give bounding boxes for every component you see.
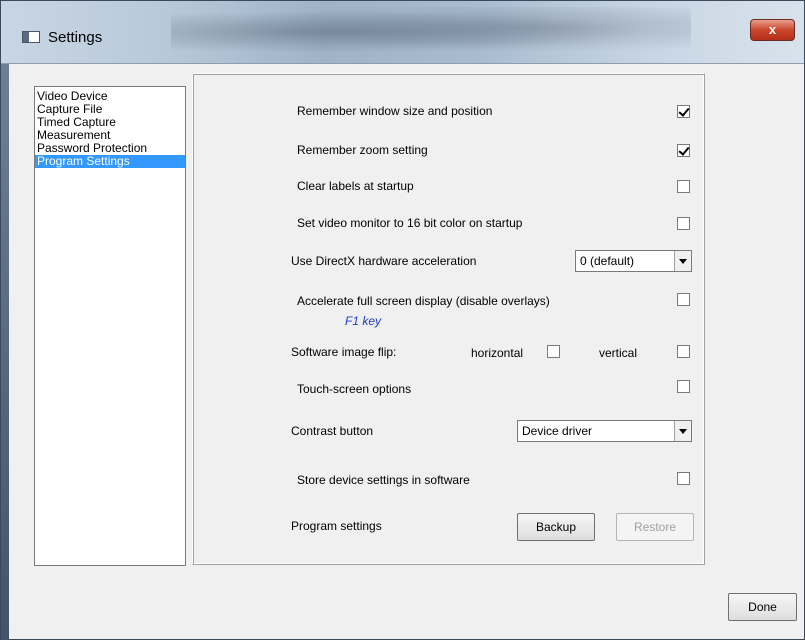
flip-vertical-label: vertical (599, 346, 638, 360)
image-flip-label: Software image flip: (291, 345, 397, 359)
done-button[interactable]: Done (728, 593, 797, 621)
close-button[interactable]: x (750, 19, 795, 41)
nav-item-timed-capture[interactable]: Timed Capture (35, 116, 185, 129)
nav-item-password-protection[interactable]: Password Protection (35, 142, 185, 155)
dropdown-arrow-icon[interactable] (674, 421, 691, 441)
dropdown-arrow-icon[interactable] (674, 251, 691, 271)
video-monitor-16bit-checkbox[interactable] (677, 217, 690, 230)
clear-labels-label: Clear labels at startup (297, 179, 414, 193)
nav-item-program-settings[interactable]: Program Settings (35, 155, 185, 168)
settings-window: Settings x Video Device Capture File Tim… (0, 0, 805, 640)
settings-category-list[interactable]: Video Device Capture File Timed Capture … (34, 86, 186, 566)
video-monitor-16bit-label: Set video monitor to 16 bit color on sta… (297, 216, 523, 230)
remember-window-checkbox[interactable] (677, 105, 690, 118)
backup-button[interactable]: Backup (517, 513, 595, 541)
restore-button[interactable]: Restore (616, 513, 694, 541)
contrast-button-select[interactable]: Device driver (517, 420, 692, 442)
clear-labels-checkbox[interactable] (677, 180, 690, 193)
flip-horizontal-label: horizontal (471, 346, 524, 360)
nav-item-capture-file[interactable]: Capture File (35, 103, 185, 116)
store-device-checkbox[interactable] (677, 472, 690, 485)
remember-window-label: Remember window size and position (297, 104, 493, 118)
contrast-button-label: Contrast button (291, 424, 374, 438)
window-icon (22, 31, 40, 43)
program-settings-label: Program settings (291, 519, 382, 533)
accelerate-fullscreen-checkbox[interactable] (677, 293, 690, 306)
remember-zoom-label: Remember zoom setting (297, 143, 428, 157)
flip-horizontal-checkbox[interactable] (547, 345, 560, 358)
contrast-button-select-value: Device driver (522, 424, 593, 438)
window-frame-left (1, 64, 9, 640)
accelerate-fullscreen-label: Accelerate full screen display (disable … (297, 294, 550, 308)
touch-screen-label: Touch-screen options (297, 382, 412, 396)
store-device-label: Store device settings in software (297, 473, 470, 487)
directx-select[interactable]: 0 (default) (575, 250, 692, 272)
window-title: Settings (48, 29, 103, 46)
title-bar[interactable]: Settings x (1, 1, 804, 64)
flip-vertical-checkbox[interactable] (677, 345, 690, 358)
program-settings-panel (192, 73, 705, 565)
nav-item-measurement[interactable]: Measurement (35, 129, 185, 142)
nav-item-video-device[interactable]: Video Device (35, 90, 185, 103)
touch-screen-checkbox[interactable] (677, 380, 690, 393)
remember-zoom-checkbox[interactable] (677, 144, 690, 157)
directx-select-value: 0 (default) (580, 254, 635, 268)
directx-label: Use DirectX hardware acceleration (291, 254, 477, 268)
f1-key-hint: F1 key (345, 314, 382, 328)
